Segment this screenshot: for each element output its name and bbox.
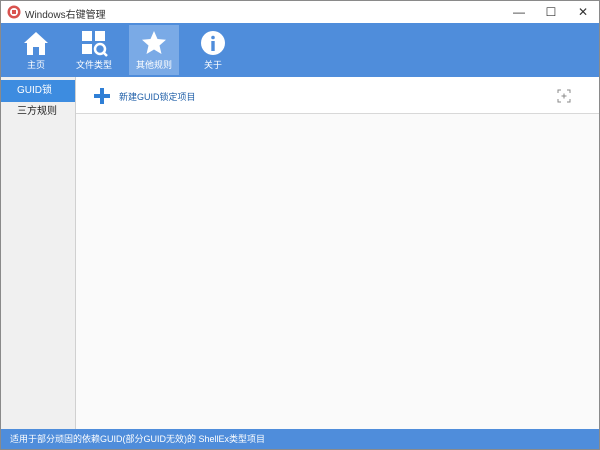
- sidebar: GUID锁 三方规则: [1, 77, 76, 429]
- star-icon: [142, 31, 166, 54]
- maximize-button[interactable]: ☐: [535, 1, 567, 23]
- sidebar-item-third-party-rules[interactable]: 三方规则: [1, 101, 75, 123]
- main-header: 新建GUID锁定项目: [76, 77, 599, 114]
- app-window: Windows右键管理 — ☐ ✕ 主页 文件类型 其他规则 关于 GUID锁 …: [0, 0, 600, 450]
- close-icon: ✕: [577, 5, 589, 19]
- tool-home[interactable]: 主页: [11, 25, 61, 75]
- locate-icon[interactable]: [557, 89, 571, 103]
- close-button[interactable]: ✕: [567, 1, 599, 23]
- maximize-icon: ☐: [545, 5, 557, 19]
- tool-file-type[interactable]: 文件类型: [69, 25, 119, 75]
- main-toolbar: 主页 文件类型 其他规则 关于: [1, 23, 599, 77]
- status-bar: 适用于部分顽固的依赖GUID(部分GUID无效)的 ShellEx类型项目: [1, 429, 599, 449]
- tool-about-label: 关于: [203, 60, 222, 70]
- tool-file-type-label: 文件类型: [75, 60, 112, 70]
- minimize-button[interactable]: —: [503, 1, 535, 23]
- tool-about[interactable]: 关于: [188, 25, 238, 75]
- tool-other-rules-label: 其他规则: [135, 60, 172, 70]
- add-guid-lock-button[interactable]: 新建GUID锁定项目: [93, 87, 196, 105]
- app-logo-icon: [7, 5, 21, 19]
- sidebar-item-guid-lock[interactable]: GUID锁: [1, 80, 75, 102]
- tool-other-rules[interactable]: 其他规则: [129, 25, 179, 75]
- minimize-icon: —: [513, 5, 525, 19]
- file-type-search-icon: [82, 31, 108, 57]
- plus-icon: [94, 88, 110, 104]
- main-panel: 新建GUID锁定项目: [76, 77, 599, 429]
- title-bar[interactable]: Windows右键管理 — ☐ ✕: [1, 1, 599, 23]
- info-icon: [201, 31, 225, 55]
- add-guid-lock-label: 新建GUID锁定项目: [119, 91, 196, 102]
- home-icon: [24, 32, 48, 55]
- window-title: Windows右键管理: [25, 10, 106, 21]
- tool-home-label: 主页: [26, 60, 45, 70]
